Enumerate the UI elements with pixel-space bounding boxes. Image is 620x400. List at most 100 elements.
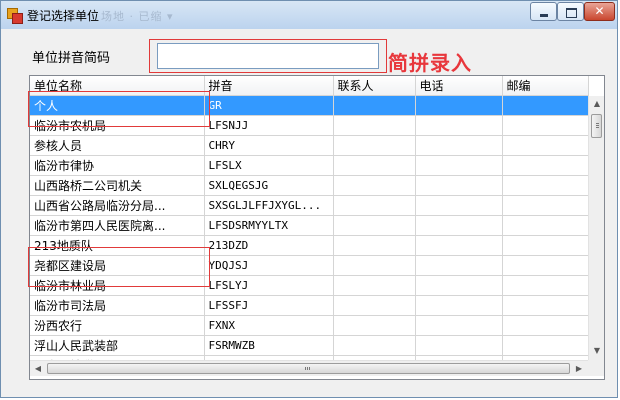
cell-postcode — [502, 195, 589, 216]
cell-pinyin: CHRY — [204, 135, 334, 156]
cell-postcode — [502, 315, 589, 336]
column-header-pinyin[interactable]: 拼音 — [204, 76, 334, 96]
cell-pinyin: LFSLX — [204, 155, 334, 176]
table-row[interactable]: 山西路桥二公司机关 SXLQEGSJG — [30, 175, 589, 196]
cell-pinyin: FXNX — [204, 315, 334, 336]
cell-postcode — [502, 135, 589, 156]
cell-name: 临汾市农机局 — [30, 115, 205, 136]
vertical-scrollbar[interactable]: ▲ ▼ — [588, 96, 604, 360]
vertical-scroll-thumb[interactable] — [591, 114, 602, 138]
cell-pinyin: SXLQEGSJG — [204, 175, 334, 196]
cell-pinyin: LFSLYJ — [204, 275, 334, 296]
minimize-button[interactable] — [530, 2, 557, 21]
cell-contact — [333, 115, 416, 136]
cell-contact — [333, 275, 416, 296]
cell-name: 临汾市第四人民医院离... — [30, 215, 205, 236]
table-row[interactable]: 浮山人民武装部 FSRMWZB — [30, 335, 589, 356]
cell-contact — [333, 155, 416, 176]
cell-postcode — [502, 115, 589, 136]
table-row[interactable]: 山西省公路局临汾分局... SXSGLJLFFJXYGL... — [30, 195, 589, 216]
cell-phone — [415, 135, 503, 156]
column-header-contact[interactable]: 联系人 — [333, 76, 416, 96]
cell-postcode — [502, 335, 589, 356]
background-title-ghost: 场地 · 已缩 ▾ — [101, 10, 174, 23]
cell-contact — [333, 295, 416, 316]
scroll-left-arrow-icon[interactable]: ◀ — [30, 361, 46, 377]
cell-contact — [333, 315, 416, 336]
table-row[interactable]: 临汾市司法局 LFSSFJ — [30, 295, 589, 316]
table-row[interactable]: 213地质队 213DZD — [30, 235, 589, 256]
cell-postcode — [502, 295, 589, 316]
cell-phone — [415, 215, 503, 236]
horizontal-scrollbar[interactable]: ◀ ▶ — [30, 360, 588, 376]
cell-name: 山西路桥二公司机关 — [30, 175, 205, 196]
cell-contact — [333, 195, 416, 216]
cell-contact — [333, 235, 416, 256]
cell-name: 山西省公路局临汾分局... — [30, 195, 205, 216]
column-header-phone[interactable]: 电话 — [415, 76, 503, 96]
cell-pinyin: FSRMWZB — [204, 335, 334, 356]
annotation-text: 简拼录入 — [388, 51, 472, 75]
cell-phone — [415, 335, 503, 356]
cell-postcode — [502, 95, 589, 116]
cell-postcode — [502, 215, 589, 236]
cell-contact — [333, 95, 416, 116]
table-row[interactable]: 临汾市农机局 LFSNJJ — [30, 115, 589, 136]
maximize-button[interactable] — [557, 2, 584, 21]
table-row[interactable]: 个人 GR — [30, 95, 589, 116]
table-row[interactable]: 汾西农行 FXNX — [30, 315, 589, 336]
cell-contact — [333, 135, 416, 156]
cell-phone — [415, 295, 503, 316]
table-row[interactable]: 尧都区建设局 YDQJSJ — [30, 255, 589, 276]
window-title: 登记选择单位 — [27, 9, 100, 23]
cell-phone — [415, 175, 503, 196]
cell-name: 浮山人民武装部 — [30, 335, 205, 356]
cell-name: 213地质队 — [30, 235, 205, 256]
app-icon — [7, 8, 23, 24]
cell-name: 个人 — [30, 95, 205, 116]
column-header-name[interactable]: 单位名称 — [30, 76, 205, 96]
cell-postcode — [502, 175, 589, 196]
cell-name: 汾西农行 — [30, 315, 205, 336]
dialog-window: 登记选择单位 场地 · 已缩 ▾ ✕ 单位拼音简码 简拼录入 单位名称 拼音 联… — [0, 0, 618, 398]
cell-contact — [333, 215, 416, 236]
cell-pinyin: GR — [204, 95, 334, 116]
close-icon: ✕ — [594, 4, 605, 18]
cell-phone — [415, 95, 503, 116]
title-bar[interactable]: 登记选择单位 场地 · 已缩 ▾ ✕ — [1, 1, 617, 29]
cell-contact — [333, 335, 416, 356]
cell-name: 参核人员 — [30, 135, 205, 156]
cell-pinyin: LFSNJJ — [204, 115, 334, 136]
cell-pinyin: LFSSFJ — [204, 295, 334, 316]
cell-postcode — [502, 275, 589, 296]
close-button[interactable]: ✕ — [584, 2, 615, 21]
column-header-postcode[interactable]: 邮编 — [502, 76, 589, 96]
cell-pinyin: LFSDSRMYYLTX — [204, 215, 334, 236]
horizontal-scroll-thumb[interactable] — [47, 363, 570, 374]
cell-name: 尧都区建设局 — [30, 255, 205, 276]
client-area: 单位拼音简码 简拼录入 单位名称 拼音 联系人 电话 邮编 个人 GR 临汾市农… — [8, 29, 610, 392]
cell-phone — [415, 315, 503, 336]
cell-postcode — [502, 255, 589, 276]
cell-name: 临汾市律协 — [30, 155, 205, 176]
cell-postcode — [502, 155, 589, 176]
scroll-up-arrow-icon[interactable]: ▲ — [589, 96, 604, 112]
cell-postcode — [502, 235, 589, 256]
scroll-down-arrow-icon[interactable]: ▼ — [589, 343, 604, 359]
table-row[interactable]: 临汾市第四人民医院离... LFSDSRMYYLTX — [30, 215, 589, 236]
table-row[interactable]: 临汾市林业局 LFSLYJ — [30, 275, 589, 296]
cell-pinyin: YDQJSJ — [204, 255, 334, 276]
cell-pinyin: SXSGLJLFFJXYGL... — [204, 195, 334, 216]
cell-contact — [333, 175, 416, 196]
cell-pinyin: 213DZD — [204, 235, 334, 256]
cell-name: 临汾市司法局 — [30, 295, 205, 316]
table-row[interactable]: 临汾市律协 LFSLX — [30, 155, 589, 176]
search-input[interactable] — [157, 43, 379, 69]
cell-phone — [415, 155, 503, 176]
table-row[interactable]: 参核人员 CHRY — [30, 135, 589, 156]
data-grid[interactable]: 单位名称 拼音 联系人 电话 邮编 个人 GR 临汾市农机局 LFSNJJ 参核人员… — [29, 75, 605, 380]
cell-contact — [333, 255, 416, 276]
scroll-right-arrow-icon[interactable]: ▶ — [571, 361, 587, 377]
search-label: 单位拼音简码 — [32, 50, 111, 65]
cell-phone — [415, 195, 503, 216]
